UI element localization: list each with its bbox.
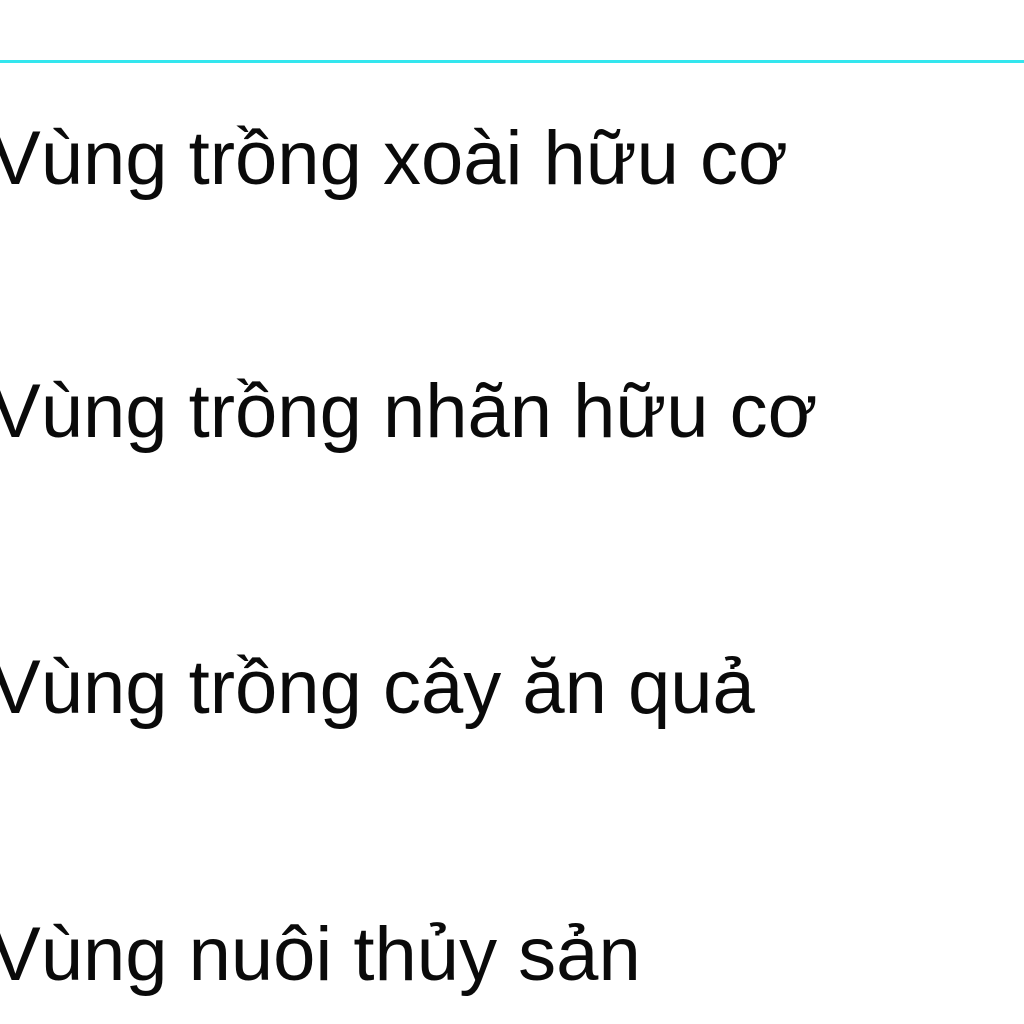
menu-item-organic-longan-zone[interactable]: Vùng trồng nhãn hữu cơ [0, 357, 818, 467]
zone-menu: Vùng trồng xoài hữu cơ Vùng trồng nhãn h… [0, 0, 1024, 1024]
menu-item-organic-mango-zone[interactable]: Vùng trồng xoài hữu cơ [0, 104, 788, 214]
menu-item-label: Vùng trồng cây ăn quả [0, 645, 755, 730]
menu-item-label: Vùng nuôi thủy sản [0, 912, 641, 997]
menu-item-label: Vùng trồng xoài hữu cơ [0, 116, 788, 201]
menu-item-fruit-tree-zone[interactable]: Vùng trồng cây ăn quả [0, 633, 755, 743]
menu-item-label: Vùng trồng nhãn hữu cơ [0, 369, 818, 454]
menu-item-aquaculture-zone[interactable]: Vùng nuôi thủy sản [0, 900, 641, 1010]
